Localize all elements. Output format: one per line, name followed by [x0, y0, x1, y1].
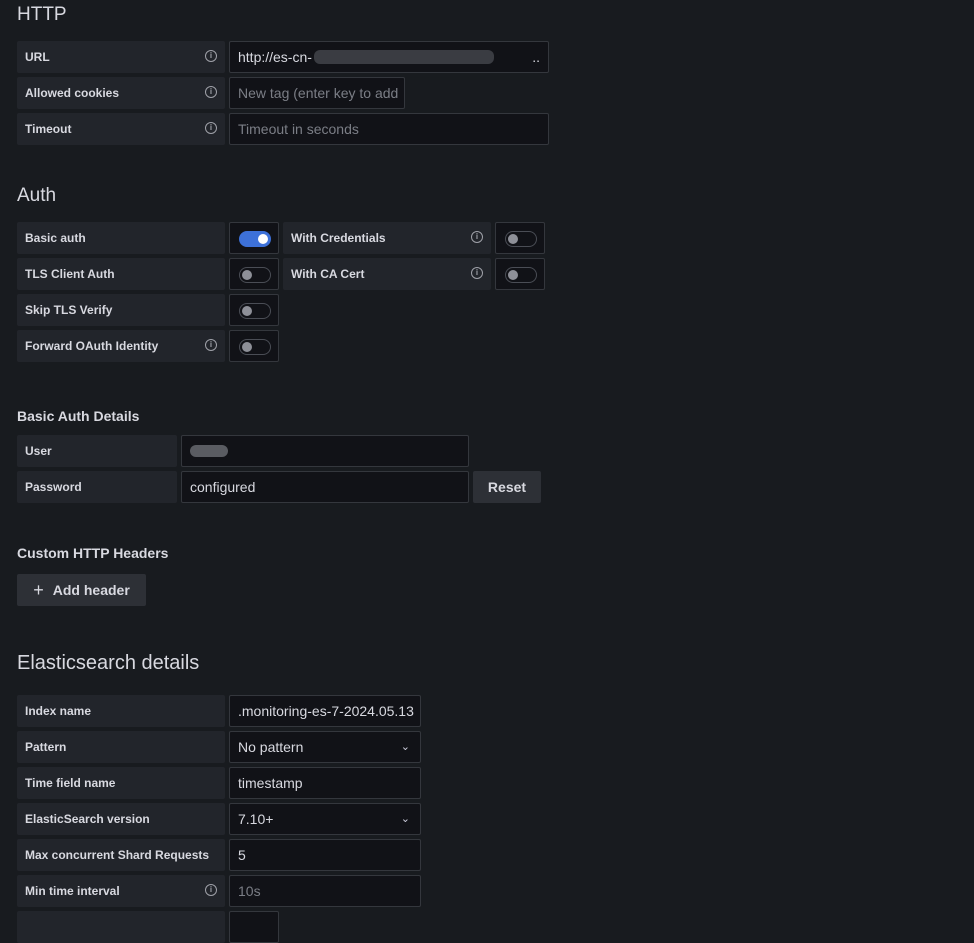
- index-name-label: Index name: [17, 695, 225, 727]
- password-input[interactable]: configured: [181, 471, 469, 503]
- info-icon[interactable]: i: [205, 122, 217, 134]
- plus-icon: +: [33, 579, 44, 600]
- redaction: [190, 445, 228, 457]
- max-shard-input[interactable]: 5: [229, 839, 421, 871]
- info-icon[interactable]: i: [471, 267, 483, 279]
- with-credentials-toggle-box: [495, 222, 545, 254]
- timeout-label-text: Timeout: [25, 122, 72, 136]
- info-icon[interactable]: i: [205, 884, 217, 896]
- oauth-label: Forward OAuth Identity i: [17, 330, 225, 362]
- tls-client-toggle[interactable]: [239, 267, 271, 283]
- min-interval-input[interactable]: 10s: [229, 875, 421, 907]
- info-icon[interactable]: i: [471, 231, 483, 243]
- pattern-select[interactable]: No pattern ⌄: [229, 731, 421, 763]
- basic-auth-toggle[interactable]: [239, 231, 271, 247]
- basic-auth-details-heading: Basic Auth Details: [17, 408, 140, 424]
- tls-client-toggle-box: [229, 258, 279, 290]
- time-field-input[interactable]: timestamp: [229, 767, 421, 799]
- timeout-label: Timeout i: [17, 113, 225, 145]
- url-label-text: URL: [25, 50, 50, 64]
- info-icon[interactable]: i: [205, 339, 217, 351]
- url-label: URL i: [17, 41, 225, 73]
- cookies-label-text: Allowed cookies: [25, 86, 120, 100]
- es-version-value: 7.10+: [238, 811, 274, 827]
- url-value: http://es-cn-: [238, 49, 312, 65]
- chevron-down-icon: ⌄: [400, 741, 410, 753]
- oauth-toggle-box: [229, 330, 279, 362]
- timeout-input[interactable]: Timeout in seconds: [229, 113, 549, 145]
- info-icon[interactable]: i: [205, 86, 217, 98]
- with-credentials-toggle[interactable]: [505, 231, 537, 247]
- next-row-label: [17, 911, 225, 943]
- time-field-label: Time field name: [17, 767, 225, 799]
- es-version-label: ElasticSearch version: [17, 803, 225, 835]
- with-credentials-label: With Credentials i: [283, 222, 491, 254]
- user-label: User: [17, 435, 177, 467]
- skip-tls-toggle[interactable]: [239, 303, 271, 319]
- max-shard-label: Max concurrent Shard Requests: [17, 839, 225, 871]
- cookies-label: Allowed cookies i: [17, 77, 225, 109]
- with-ca-toggle-box: [495, 258, 545, 290]
- min-interval-text: Min time interval: [25, 884, 120, 898]
- password-label: Password: [17, 471, 177, 503]
- tls-client-label: TLS Client Auth: [17, 258, 225, 290]
- url-input[interactable]: http://es-cn-..: [229, 41, 549, 73]
- index-name-input[interactable]: .monitoring-es-7-2024.05.13: [229, 695, 421, 727]
- skip-tls-label: Skip TLS Verify: [17, 294, 225, 326]
- es-details-heading: Elasticsearch details: [17, 652, 200, 674]
- reset-button[interactable]: Reset: [473, 471, 541, 503]
- with-ca-label: With CA Cert i: [283, 258, 491, 290]
- es-version-select[interactable]: 7.10+ ⌄: [229, 803, 421, 835]
- custom-headers-heading: Custom HTTP Headers: [17, 545, 169, 561]
- chevron-down-icon: ⌄: [400, 813, 410, 825]
- http-heading: HTTP: [17, 4, 67, 25]
- redaction: [313, 50, 494, 64]
- add-header-button[interactable]: + Add header: [17, 574, 146, 606]
- skip-tls-toggle-box: [229, 294, 279, 326]
- basic-auth-toggle-box: [229, 222, 279, 254]
- oauth-text: Forward OAuth Identity: [25, 339, 159, 353]
- next-row-toggle-box: [229, 911, 279, 943]
- pattern-value: No pattern: [238, 739, 304, 755]
- with-ca-toggle[interactable]: [505, 267, 537, 283]
- oauth-toggle[interactable]: [239, 339, 271, 355]
- cookies-input[interactable]: New tag (enter key to add: [229, 77, 405, 109]
- add-header-label: Add header: [52, 582, 130, 598]
- pattern-label: Pattern: [17, 731, 225, 763]
- info-icon[interactable]: i: [205, 50, 217, 62]
- auth-heading: Auth: [17, 185, 57, 206]
- with-credentials-text: With Credentials: [291, 231, 386, 245]
- user-input[interactable]: [181, 435, 469, 467]
- min-interval-label: Min time interval i: [17, 875, 225, 907]
- with-ca-text: With CA Cert: [291, 267, 365, 281]
- basic-auth-label: Basic auth: [17, 222, 225, 254]
- url-ellipsis: ..: [532, 49, 540, 65]
